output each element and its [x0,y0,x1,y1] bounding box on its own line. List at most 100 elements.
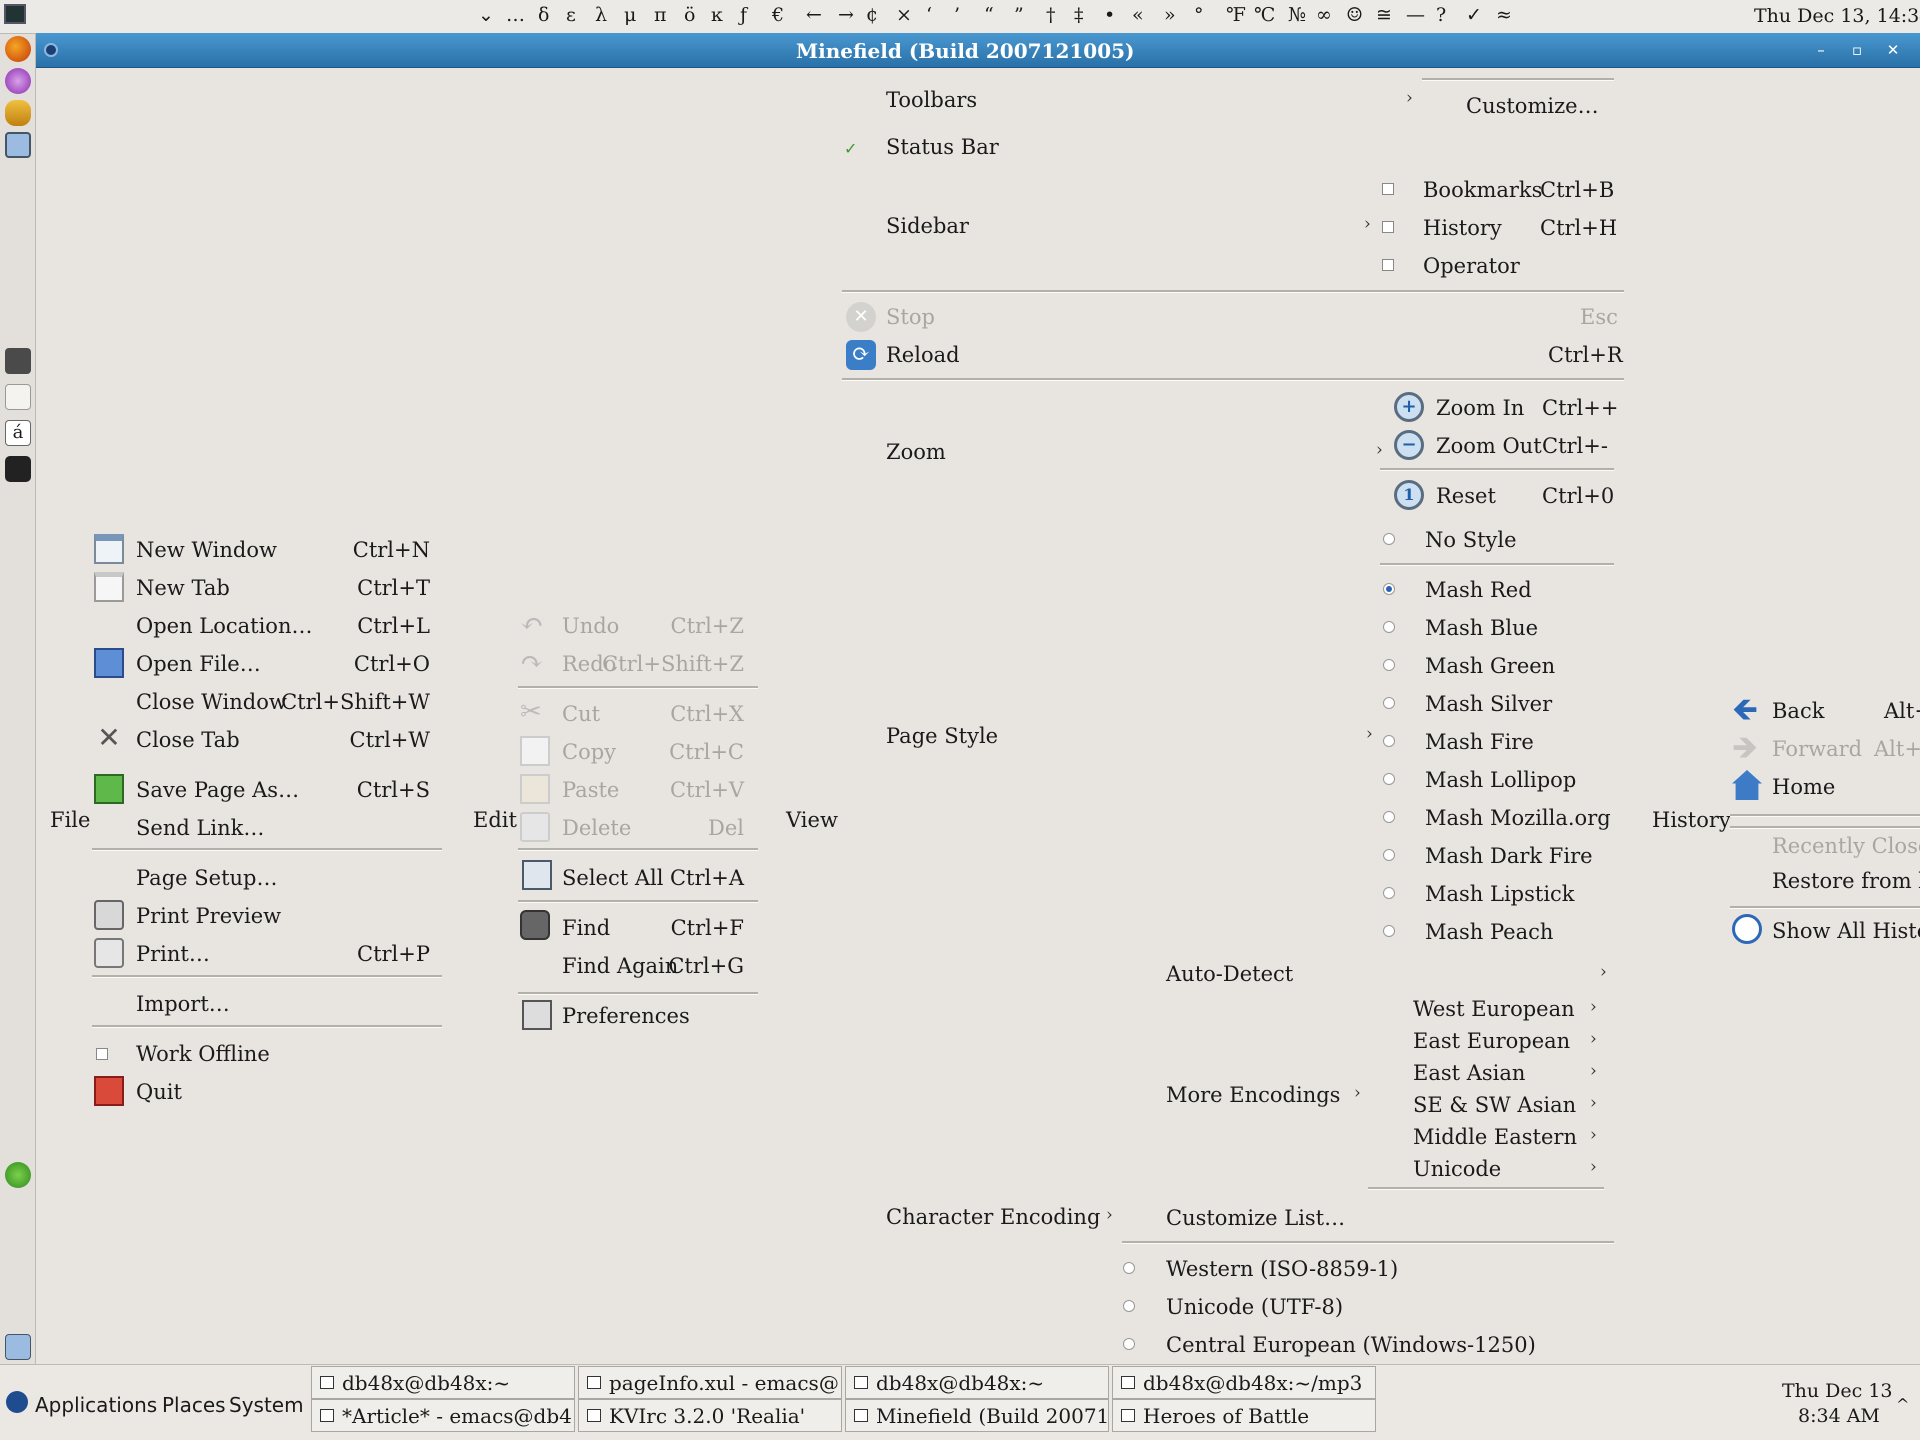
file-menu-item[interactable]: Print Preview [136,906,281,927]
file-menu-item[interactable]: Page Setup… [136,868,277,889]
page-style-item[interactable]: Mash Lollipop [1425,770,1576,791]
minimize-button[interactable]: – [1806,38,1836,62]
palette-char[interactable]: ‘ [926,6,932,25]
page-style-item[interactable]: Mash Dark Fire [1425,846,1593,867]
palette-char[interactable]: ε [566,6,576,25]
tray-chevron-icon[interactable]: ^ [1896,1397,1909,1413]
edit-menu-item[interactable]: Paste [562,780,619,801]
more-encodings-item[interactable]: More Encodings [1166,1085,1340,1106]
file-menu-item[interactable]: New Window [136,540,277,561]
edit-menu-item[interactable]: Cut [562,704,600,725]
palette-char[interactable]: ” [1014,6,1024,25]
character-encoding-item[interactable]: Character Encoding [886,1207,1100,1228]
forward-item[interactable]: Forward [1772,739,1862,760]
more-encodings-item[interactable]: SE & SW Asian [1413,1095,1576,1116]
encoding-item[interactable]: Central European (Windows-1250) [1166,1335,1536,1356]
zoom-submenu-item[interactable]: Zoom In [1436,398,1524,419]
encoding-item[interactable]: Western (ISO-8859-1) [1166,1259,1398,1280]
zoom-item[interactable]: Zoom [886,442,946,463]
top-clock[interactable]: Thu Dec 13, 14:34 [1754,7,1920,26]
palette-char[interactable]: ☺ [1346,6,1363,25]
more-encodings-item[interactable]: West European [1413,999,1575,1020]
stop-item[interactable]: Stop [886,307,935,328]
encoding-radio[interactable] [1123,1338,1135,1350]
taskbar-button[interactable]: Heroes of Battle [1112,1399,1376,1432]
page-style-item[interactable]: Mash Fire [1425,732,1534,753]
page-style-radio[interactable] [1383,621,1395,633]
kvirc-icon[interactable] [5,68,31,94]
taskbar-button[interactable]: *Article* - emacs@db4… [311,1399,575,1432]
file-menu-item[interactable]: Close Window [136,692,287,713]
work-offline-checkbox[interactable] [96,1048,108,1060]
palette-char[interactable]: » [1164,6,1176,25]
restore-session-item[interactable]: Restore from las [1772,871,1920,892]
palette-char[interactable]: « [1132,6,1144,25]
palette-char[interactable]: ‡ [1074,6,1084,25]
encoding-item[interactable]: Unicode (UTF-8) [1166,1297,1343,1318]
page-style-radio[interactable] [1383,735,1395,747]
file-menu-item[interactable]: New Tab [136,578,230,599]
firefox-icon[interactable] [5,36,31,62]
sidebar-checkbox[interactable] [1382,221,1394,233]
palette-char[interactable]: ∞ [1316,6,1332,25]
bottom-clock-time[interactable]: 8:34 AM [1798,1407,1880,1426]
sidebar-submenu-item[interactable]: Bookmarks [1423,180,1542,201]
text-editor-icon[interactable] [5,384,31,410]
menu-edit[interactable]: Edit [473,810,517,831]
palette-char[interactable]: € [772,6,784,25]
customize-toolbars-item[interactable]: Customize… [1466,96,1599,117]
taskbar-button[interactable]: db48x@db48x:~ [845,1366,1109,1399]
sidebar-checkbox[interactable] [1382,183,1394,195]
palette-char[interactable]: № [1288,6,1306,25]
page-style-item[interactable]: Mash Green [1425,656,1555,677]
page-style-radio[interactable] [1383,887,1395,899]
palette-char[interactable]: • [1104,6,1115,25]
page-style-item[interactable]: Mash Mozilla.org [1425,808,1611,829]
page-style-item[interactable]: Page Style [886,726,998,747]
file-menu-item[interactable]: Open Location… [136,616,312,637]
calculator-icon[interactable] [5,348,31,374]
page-style-radio[interactable] [1383,849,1395,861]
places-menu[interactable]: Places [162,1395,226,1415]
home-item[interactable]: Home [1772,777,1835,798]
page-style-radio[interactable] [1383,697,1395,709]
palette-char[interactable]: ≅ [1376,6,1392,25]
palette-char[interactable]: ℉ [1226,6,1246,25]
palette-char[interactable]: × [896,6,912,25]
more-encodings-item[interactable]: East Asian [1413,1063,1525,1084]
edit-menu-item[interactable]: Copy [562,742,616,763]
palette-char[interactable]: ¢ [866,6,878,25]
palette-char[interactable]: ’ [954,6,960,25]
file-menu-item[interactable]: Close Tab [136,730,240,751]
more-encodings-item[interactable]: East European [1413,1031,1570,1052]
taskbar-button[interactable]: db48x@db48x:~/mp3 [1112,1366,1376,1399]
toolbars-item[interactable]: Toolbars [886,90,977,111]
palette-char[interactable]: ✓ [1466,6,1482,25]
recently-closed-item[interactable]: Recently Closed [1772,836,1920,857]
page-style-item[interactable]: Mash Lipstick [1425,884,1575,905]
terminal-launcher-icon[interactable] [4,4,26,24]
display-icon[interactable] [5,132,31,158]
taskbar-button[interactable]: Minefield (Build 20071… [845,1399,1109,1432]
palette-char[interactable]: μ [624,6,636,25]
more-encodings-item[interactable]: Middle Eastern [1413,1127,1577,1148]
auto-detect-item[interactable]: Auto-Detect [1166,964,1293,985]
menu-file[interactable]: File [50,810,90,831]
network-status-icon[interactable] [5,1162,31,1188]
palette-char[interactable]: → [838,6,854,25]
palette-char[interactable]: … [506,6,525,25]
status-bar-item[interactable]: Status Bar [886,137,999,158]
sidebar-checkbox[interactable] [1382,259,1394,271]
file-menu-item[interactable]: Work Offline [136,1044,270,1065]
palette-char[interactable]: π [654,6,667,25]
show-all-history-item[interactable]: Show All Histor [1772,921,1920,942]
edit-menu-item[interactable]: Undo [562,616,619,637]
taskbar-button[interactable]: KVIrc 3.2.0 'Realia' [578,1399,842,1432]
show-desktop-icon[interactable] [5,1334,31,1360]
file-menu-item[interactable]: Quit [136,1082,182,1103]
menu-view[interactable]: View [786,810,838,831]
palette-char[interactable]: † [1046,6,1056,25]
page-style-radio[interactable] [1383,583,1395,595]
page-style-item[interactable]: Mash Peach [1425,922,1553,943]
window-titlebar[interactable]: Minefield (Build 2007121005) – ▫ ✕ [36,33,1920,68]
